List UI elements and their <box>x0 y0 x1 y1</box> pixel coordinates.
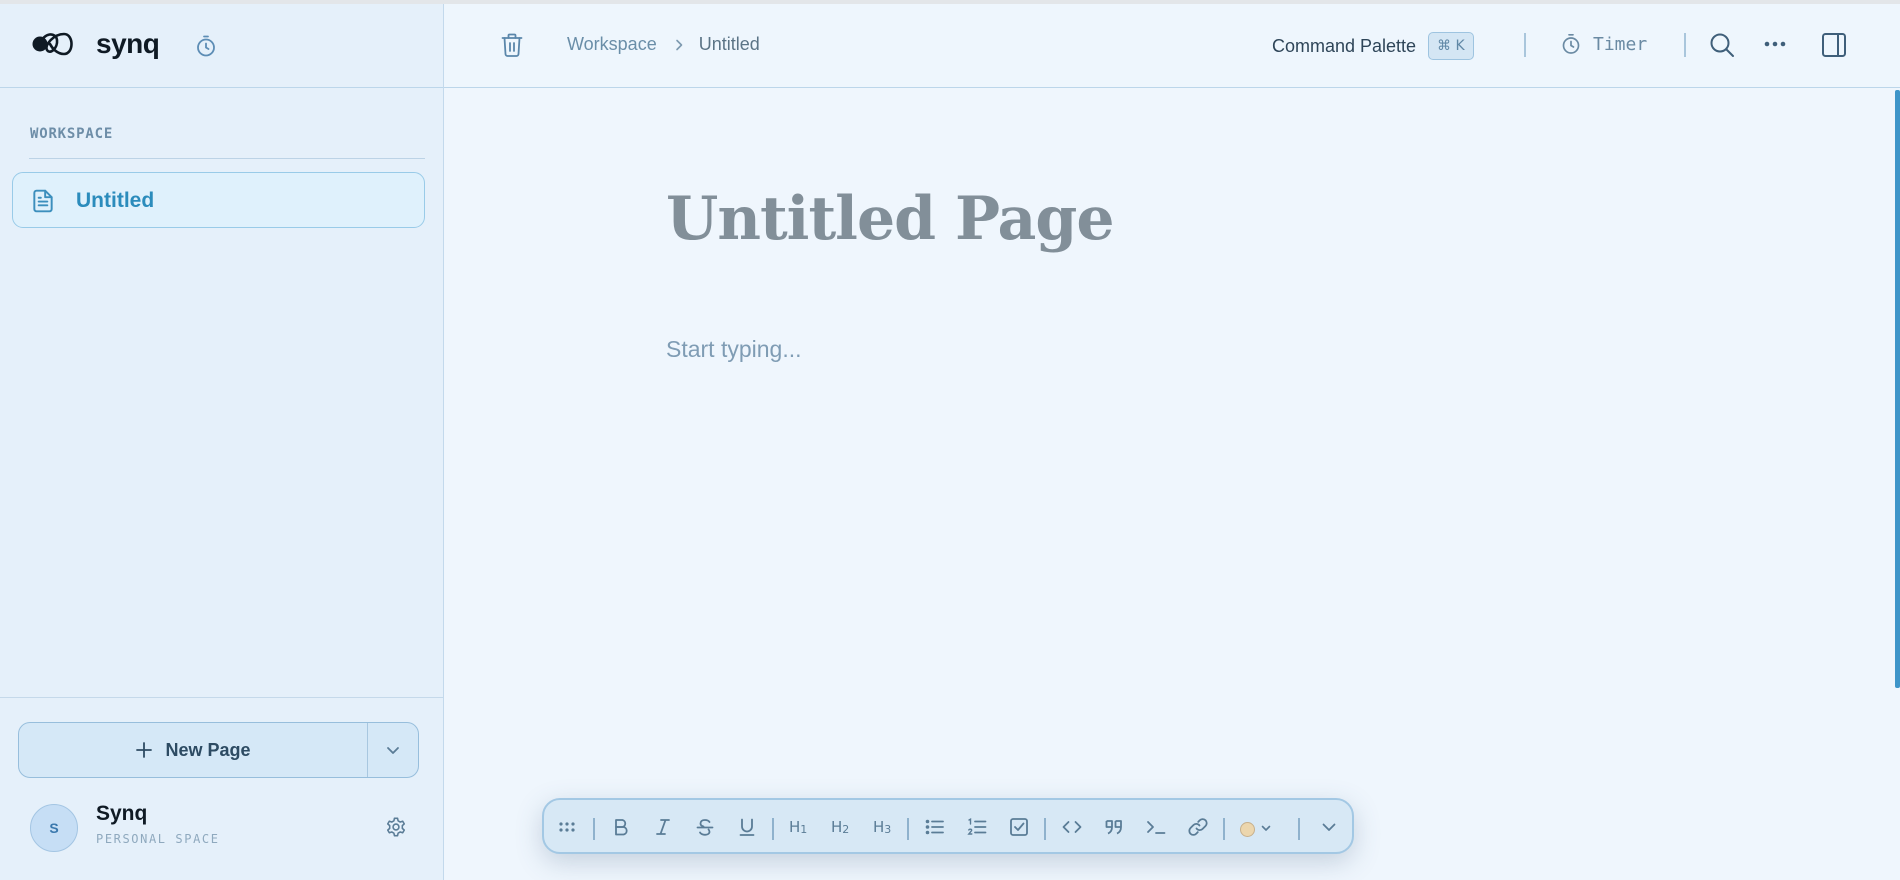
toolbar-divider <box>1223 818 1225 840</box>
timer-label: Timer <box>1593 33 1648 55</box>
strikethrough-icon[interactable] <box>694 816 716 838</box>
trash-icon[interactable] <box>500 32 524 58</box>
user-name: Synq <box>96 802 148 825</box>
drag-handle-icon[interactable] <box>556 816 578 838</box>
heading-3-button[interactable]: H3 <box>873 818 891 836</box>
heading-2-level: 2 <box>842 823 850 836</box>
toolbar-divider <box>772 818 774 840</box>
topbar-divider <box>1684 33 1686 57</box>
document-icon <box>33 189 53 213</box>
toolbar-divider <box>593 818 595 840</box>
heading-1-label: H <box>789 818 801 836</box>
new-page-dropdown-button[interactable] <box>368 723 418 777</box>
toolbar-divider <box>907 818 909 840</box>
command-palette-shortcut: ⌘ K <box>1428 32 1474 60</box>
expand-toolbar-chevron-icon[interactable] <box>1318 816 1340 838</box>
sidebar-footer: New Page S Synq PERSONAL SPACE <box>0 697 443 880</box>
more-options-icon[interactable] <box>1764 40 1786 48</box>
sidebar-panel-toggle-icon[interactable] <box>1821 32 1847 58</box>
user-space-label: PERSONAL SPACE <box>96 832 220 846</box>
search-icon[interactable] <box>1709 32 1735 58</box>
heading-2-label: H <box>831 818 843 836</box>
synq-logo-icon <box>32 32 73 56</box>
editor-area[interactable]: Untitled Page Start typing... <box>444 88 1900 880</box>
chevron-down-icon <box>387 747 399 754</box>
numbered-list-icon[interactable] <box>966 816 988 838</box>
sidebar-page-label: Untitled <box>76 189 155 212</box>
italic-icon[interactable] <box>652 816 674 838</box>
new-page-button[interactable]: New Page <box>19 723 367 777</box>
page-title[interactable]: Untitled Page <box>666 184 1114 254</box>
avatar: S <box>30 804 78 852</box>
bullet-list-icon[interactable] <box>924 816 946 838</box>
code-icon[interactable] <box>1061 816 1083 838</box>
workspace-divider <box>29 158 425 159</box>
quote-icon[interactable] <box>1103 816 1125 838</box>
terminal-icon[interactable] <box>1145 816 1167 838</box>
toolbar-divider <box>1044 818 1046 840</box>
breadcrumb-workspace[interactable]: Workspace <box>567 34 657 55</box>
chevron-right-icon <box>675 39 683 50</box>
window-top-edge <box>0 0 1900 4</box>
heading-3-level: 3 <box>884 823 892 836</box>
gear-icon[interactable] <box>385 816 407 838</box>
checklist-icon[interactable] <box>1008 816 1030 838</box>
format-toolbar: H1 H2 H3 <box>542 798 1354 854</box>
plus-icon <box>136 742 153 758</box>
heading-3-label: H <box>873 818 885 836</box>
editor-body-placeholder[interactable]: Start typing... <box>666 336 802 363</box>
link-icon[interactable] <box>1187 816 1209 838</box>
sidebar-page-untitled[interactable]: Untitled <box>12 172 425 228</box>
toolbar-divider <box>1298 818 1300 840</box>
stopwatch-icon <box>1562 33 1580 54</box>
timer-button[interactable]: Timer <box>1561 33 1647 55</box>
command-palette-label: Command Palette <box>1272 35 1417 56</box>
sidebar-header: synq <box>0 0 443 88</box>
underline-icon[interactable] <box>736 816 758 838</box>
heading-1-button[interactable]: H1 <box>789 818 807 836</box>
editor-scrollbar[interactable] <box>1895 90 1900 688</box>
chevron-down-icon[interactable] <box>1260 822 1272 834</box>
bold-icon[interactable] <box>610 816 632 838</box>
new-page-label: New Page <box>165 739 251 760</box>
sidebar: synq WORKSPACE Untitled New Page S Synq … <box>0 0 444 880</box>
topbar-divider <box>1524 33 1526 57</box>
brand-name: synq <box>96 28 160 59</box>
stopwatch-icon[interactable] <box>194 34 218 58</box>
user-profile[interactable]: S Synq PERSONAL SPACE <box>30 802 425 854</box>
breadcrumb: Workspace Untitled <box>567 34 760 55</box>
new-page-split-button: New Page <box>18 722 419 778</box>
top-bar: Workspace Untitled Command Palette ⌘ K T… <box>444 0 1900 88</box>
command-palette-button[interactable]: Command Palette ⌘ K <box>1272 32 1474 60</box>
workspace-section-label: WORKSPACE <box>30 126 114 142</box>
heading-2-button[interactable]: H2 <box>831 818 849 836</box>
breadcrumb-current-page: Untitled <box>698 34 760 54</box>
heading-1-level: 1 <box>800 823 808 836</box>
text-color-swatch[interactable] <box>1240 822 1255 837</box>
